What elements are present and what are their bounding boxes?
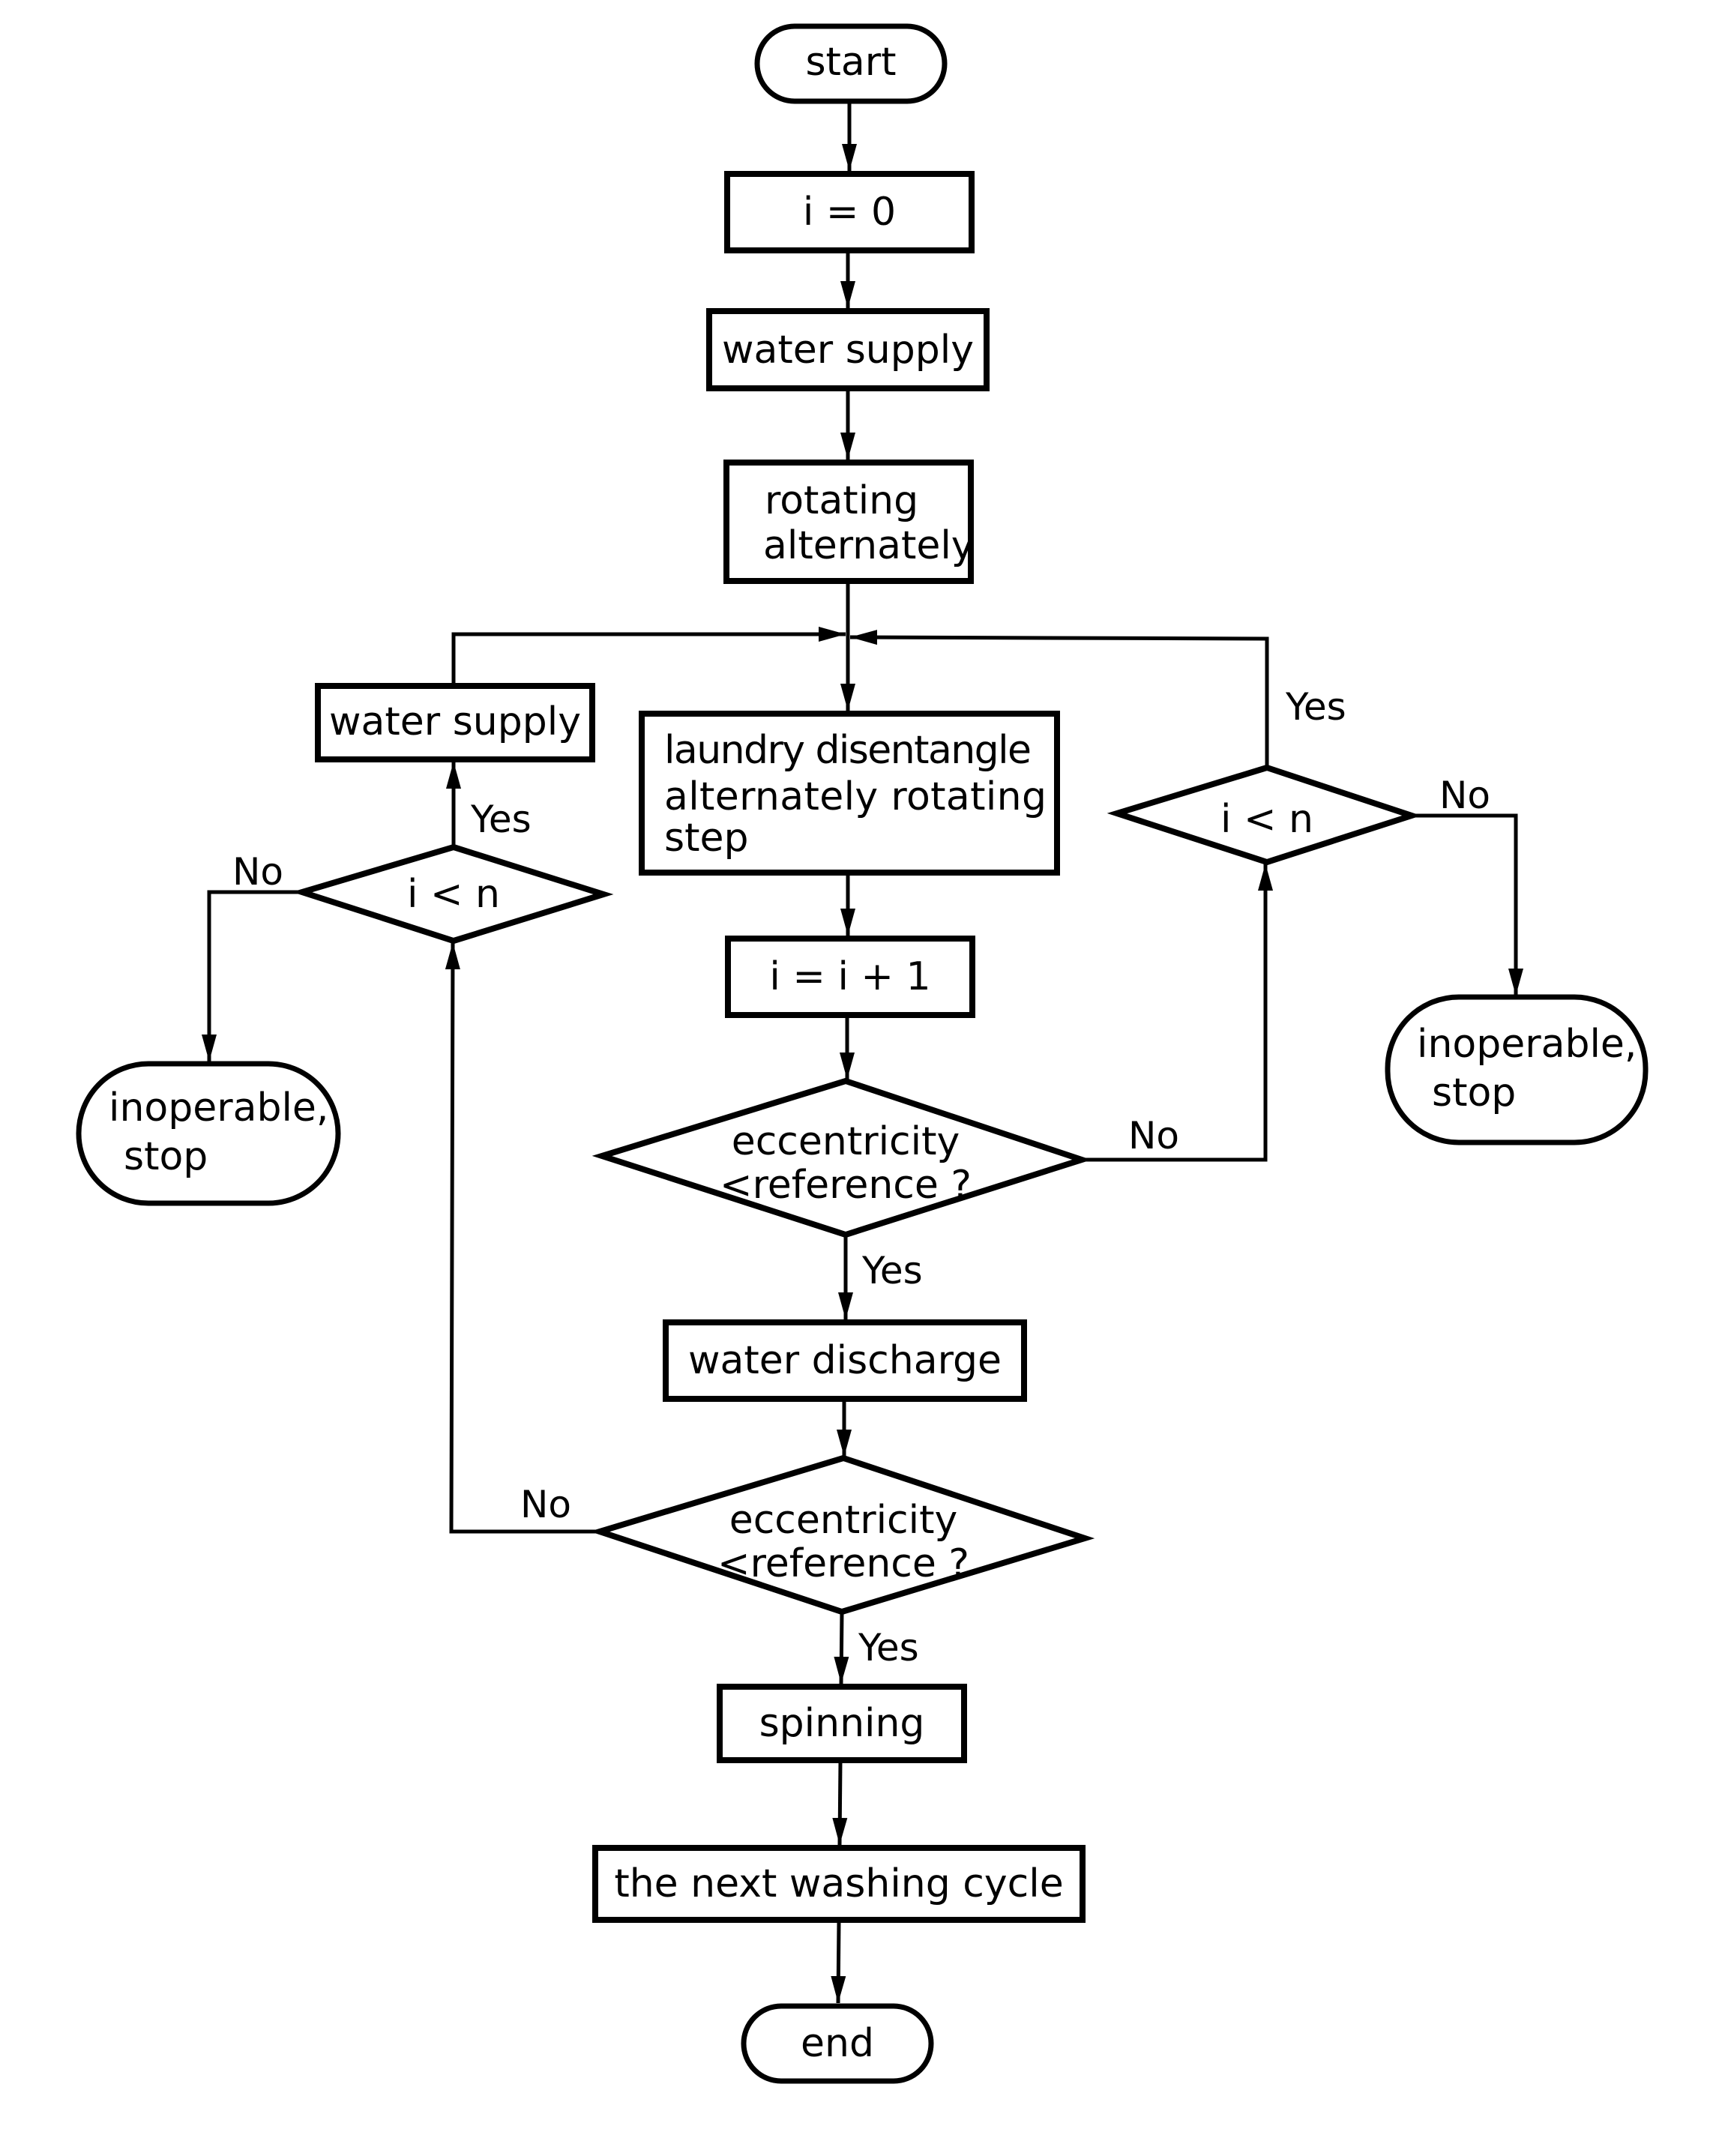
ecc2-line-2: <reference ? [717, 1541, 969, 1586]
rotating-line-2: alternately [763, 523, 975, 568]
left-water-supply-label: water supply [329, 699, 581, 744]
ecc2-no-label: No [520, 1483, 571, 1526]
increment-counter-label: i = i + 1 [769, 954, 930, 999]
node-disentangle-step: laundry disentangle alternately rotating… [639, 711, 1060, 876]
flowchart: start i = 0 water supply rotating altern… [76, 23, 1649, 2084]
ecc2-yes-label: Yes [858, 1626, 919, 1669]
edge-right-check-no-to-stop [1412, 813, 1523, 996]
edge-ecc2-yes-to-spinning [834, 1611, 849, 1684]
node-next-washing-cycle: the next washing cycle [592, 1845, 1086, 1923]
disentangle-line-1: laundry disentangle [664, 728, 1032, 773]
ecc1-line-1: eccentricity [732, 1119, 960, 1164]
init-counter-label: i = 0 [803, 190, 896, 235]
edge-ecc2-no-to-left-check [445, 942, 598, 1534]
left-retry-check-label: i < n [407, 872, 500, 917]
node-end: end [741, 2003, 934, 2084]
node-left-water-supply: water supply [315, 683, 595, 762]
water-supply-main-label: water supply [722, 328, 974, 373]
right-check-yes-label: Yes [1285, 685, 1346, 729]
left-check-yes-label: Yes [470, 798, 532, 841]
ecc1-line-2: <reference ? [720, 1163, 972, 1208]
node-eccentricity-check-2: eccentricity <reference ? [589, 1454, 1095, 1616]
start-label: start [805, 40, 896, 85]
node-eccentricity-check-1: eccentricity <reference ? [591, 1077, 1092, 1238]
node-spinning: spinning [717, 1684, 967, 1763]
node-left-stop: inoperable, stop [76, 1061, 341, 1206]
node-water-supply-main: water supply [706, 308, 990, 391]
ecc2-line-1: eccentricity [729, 1498, 958, 1543]
spinning-label: spinning [759, 1701, 925, 1746]
left-stop-line-2: stop [124, 1134, 208, 1179]
node-water-discharge: water discharge [663, 1319, 1027, 1402]
node-right-retry-check: i < n [1107, 764, 1421, 866]
right-stop-line-2: stop [1432, 1071, 1516, 1115]
node-rotating-alternately: rotating alternately [723, 460, 975, 584]
rotating-line-1: rotating [765, 478, 918, 523]
node-left-retry-check: i < n [292, 843, 614, 945]
left-stop-line-1: inoperable, [109, 1085, 328, 1130]
edge-left-check-no-to-stop [202, 890, 302, 1062]
edge-next-cycle-to-end [831, 1921, 846, 2004]
water-discharge-label: water discharge [688, 1338, 1002, 1383]
node-start: start [754, 23, 948, 104]
end-label: end [801, 2021, 874, 2066]
node-right-stop: inoperable, stop [1385, 994, 1649, 1145]
left-check-no-label: No [232, 850, 283, 894]
node-init-counter: i = 0 [724, 171, 975, 253]
ecc1-no-label: No [1128, 1114, 1179, 1157]
node-increment-counter: i = i + 1 [725, 936, 975, 1018]
disentangle-line-3: step [664, 816, 748, 861]
next-washing-cycle-label: the next washing cycle [614, 1861, 1063, 1906]
ecc1-yes-label: Yes [861, 1249, 923, 1292]
edge-left-loop-to-junction [451, 627, 846, 683]
right-stop-line-1: inoperable, [1417, 1022, 1637, 1067]
right-retry-check-label: i < n [1220, 797, 1313, 842]
right-check-no-label: No [1439, 774, 1490, 817]
disentangle-line-2: alternately rotating [664, 774, 1047, 819]
